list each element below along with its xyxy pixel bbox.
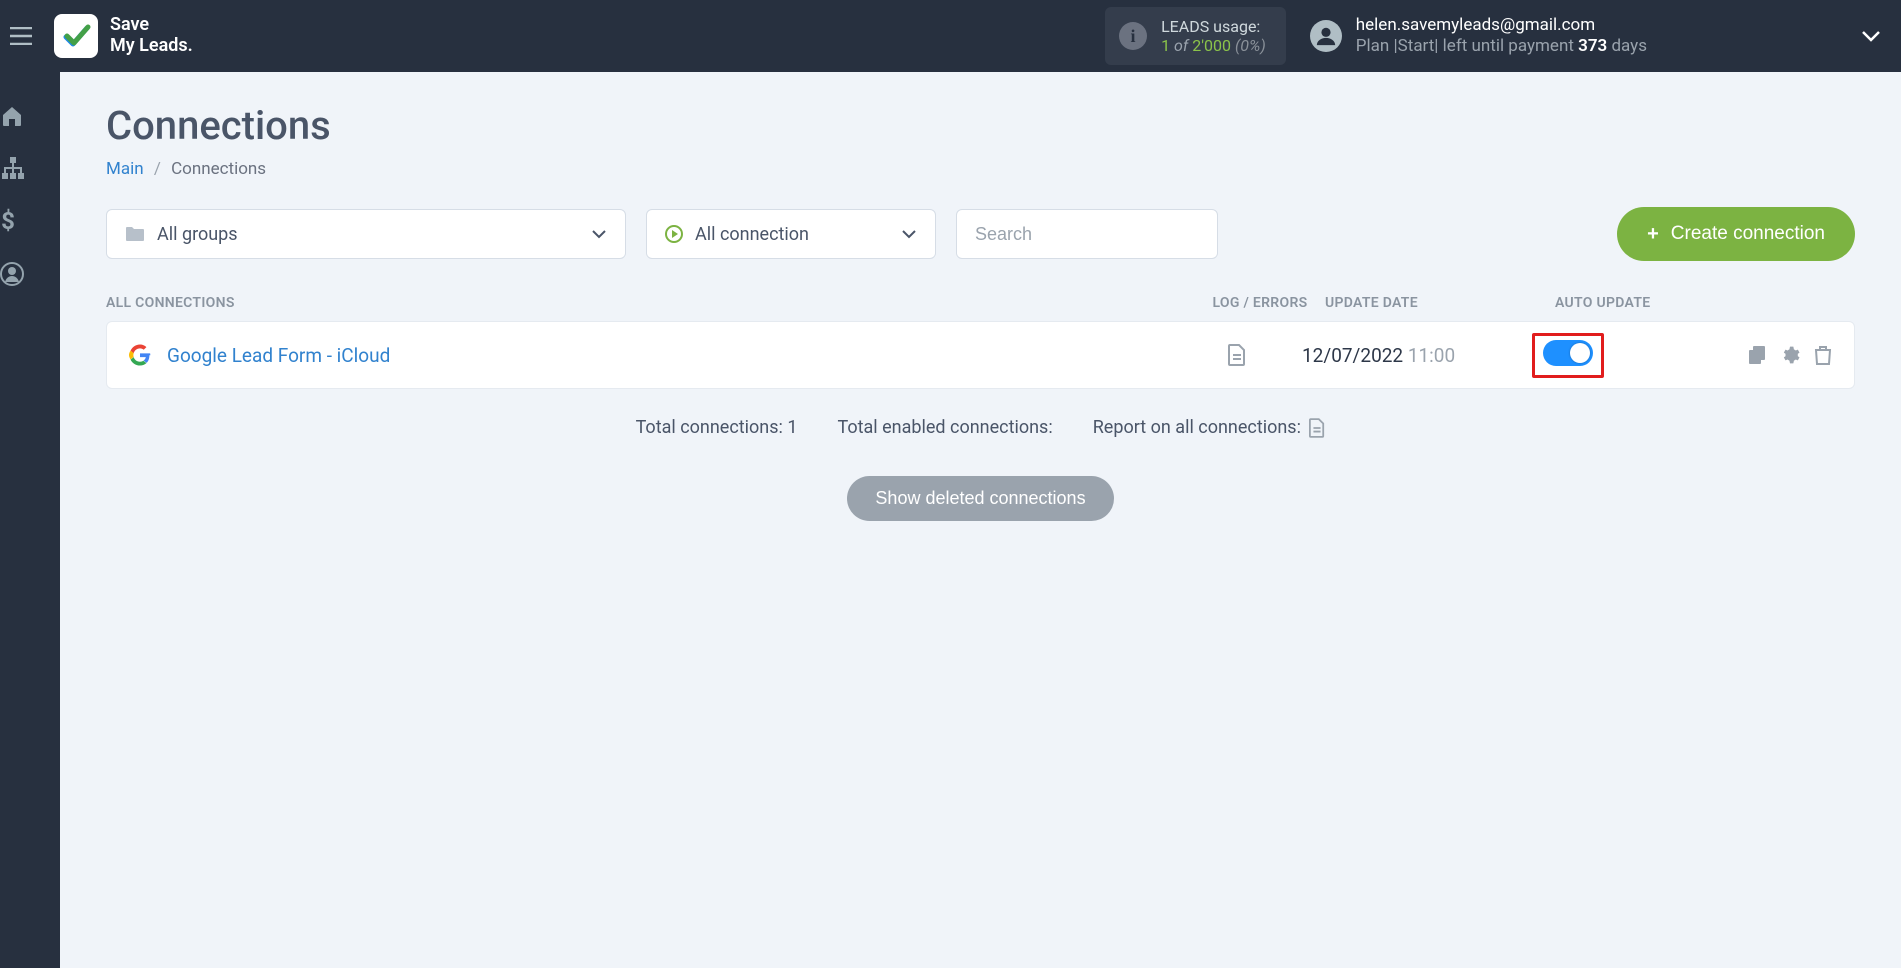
topbar: Save My Leads. i LEADS usage: 1 of 2'000… xyxy=(0,0,1901,72)
delete-button[interactable] xyxy=(1814,345,1832,365)
copy-button[interactable] xyxy=(1748,345,1766,365)
sidebar: $ xyxy=(0,72,60,968)
col-update-date: UPDATE DATE xyxy=(1325,295,1555,311)
search-box[interactable] xyxy=(956,209,1218,259)
check-icon xyxy=(61,21,91,51)
gear-icon xyxy=(1780,345,1800,365)
home-icon xyxy=(0,104,24,128)
group-select-label: All groups xyxy=(157,224,238,245)
log-button[interactable] xyxy=(1172,344,1302,366)
total-enabled: Total enabled connections: xyxy=(837,417,1052,438)
app-logo xyxy=(54,14,98,58)
toolbar: All groups All connection + Create conne… xyxy=(106,207,1855,261)
menu-button[interactable] xyxy=(10,27,50,45)
trash-icon xyxy=(1814,345,1832,365)
total-connections: Total connections: 1 xyxy=(636,417,798,438)
hamburger-icon xyxy=(10,27,32,45)
table-header: ALL CONNECTIONS LOG / ERRORS UPDATE DATE… xyxy=(106,295,1855,311)
usage-text: LEADS usage: 1 of 2'000 (0%) xyxy=(1161,17,1266,55)
brand-line1: Save xyxy=(110,15,193,36)
show-deleted-button[interactable]: Show deleted connections xyxy=(847,476,1113,521)
status-select-label: All connection xyxy=(695,224,809,245)
create-connection-button[interactable]: + Create connection xyxy=(1617,207,1855,261)
usage-label: LEADS usage: xyxy=(1161,17,1266,36)
sidebar-item-home[interactable] xyxy=(0,104,60,128)
summary-row: Total connections: 1 Total enabled conne… xyxy=(106,417,1855,438)
account-text: helen.savemyleads@gmail.com Plan |Start|… xyxy=(1356,15,1647,58)
avatar-icon xyxy=(1310,20,1342,52)
breadcrumb-current: Connections xyxy=(171,159,266,179)
account-email: helen.savemyleads@gmail.com xyxy=(1356,15,1647,36)
document-icon xyxy=(1228,344,1246,366)
svg-text:$: $ xyxy=(1,208,15,234)
main-content: Connections Main / Connections All group… xyxy=(60,72,1901,968)
auto-update-toggle[interactable] xyxy=(1543,340,1593,366)
chevron-down-icon xyxy=(901,229,917,239)
sidebar-item-connections[interactable] xyxy=(0,156,60,180)
create-connection-label: Create connection xyxy=(1671,223,1825,245)
page-title: Connections xyxy=(106,102,1855,149)
folder-icon xyxy=(125,226,145,242)
sidebar-item-profile[interactable] xyxy=(0,262,60,286)
update-date: 12/07/2022 11:00 xyxy=(1302,344,1532,367)
chevron-down-icon[interactable] xyxy=(1861,30,1881,42)
brand-line2: My Leads. xyxy=(110,36,193,57)
auto-update-highlight xyxy=(1532,333,1604,378)
dollar-icon: $ xyxy=(0,208,16,234)
chevron-down-icon xyxy=(591,229,607,239)
status-select[interactable]: All connection xyxy=(646,209,936,259)
document-icon[interactable] xyxy=(1309,418,1325,438)
plus-icon: + xyxy=(1647,223,1659,246)
group-select[interactable]: All groups xyxy=(106,209,626,259)
copy-icon xyxy=(1748,345,1766,365)
usage-value: 1 of 2'000 (0%) xyxy=(1161,36,1266,55)
account-plan: Plan |Start| left until payment 373 days xyxy=(1356,36,1647,57)
usage-box: i LEADS usage: 1 of 2'000 (0%) xyxy=(1105,7,1286,65)
col-auto-update: AUTO UPDATE xyxy=(1555,295,1735,311)
sitemap-icon xyxy=(0,156,26,180)
sidebar-item-billing[interactable]: $ xyxy=(0,208,60,234)
table-row: Google Lead Form - iCloud 12/07/2022 11:… xyxy=(106,321,1855,389)
google-icon xyxy=(129,344,151,366)
connection-link[interactable]: Google Lead Form - iCloud xyxy=(167,344,390,367)
play-icon xyxy=(665,225,683,243)
info-icon: i xyxy=(1119,22,1147,50)
search-input[interactable] xyxy=(975,224,1199,245)
col-all-connections: ALL CONNECTIONS xyxy=(106,295,1195,311)
brand-name: Save My Leads. xyxy=(110,15,193,56)
col-log-errors: LOG / ERRORS xyxy=(1195,295,1325,311)
breadcrumb: Main / Connections xyxy=(106,159,1855,179)
report-all: Report on all connections: xyxy=(1093,417,1326,438)
breadcrumb-main[interactable]: Main xyxy=(106,159,144,179)
account-box[interactable]: helen.savemyleads@gmail.com Plan |Start|… xyxy=(1310,15,1881,58)
settings-button[interactable] xyxy=(1780,345,1800,365)
user-icon xyxy=(0,262,24,286)
